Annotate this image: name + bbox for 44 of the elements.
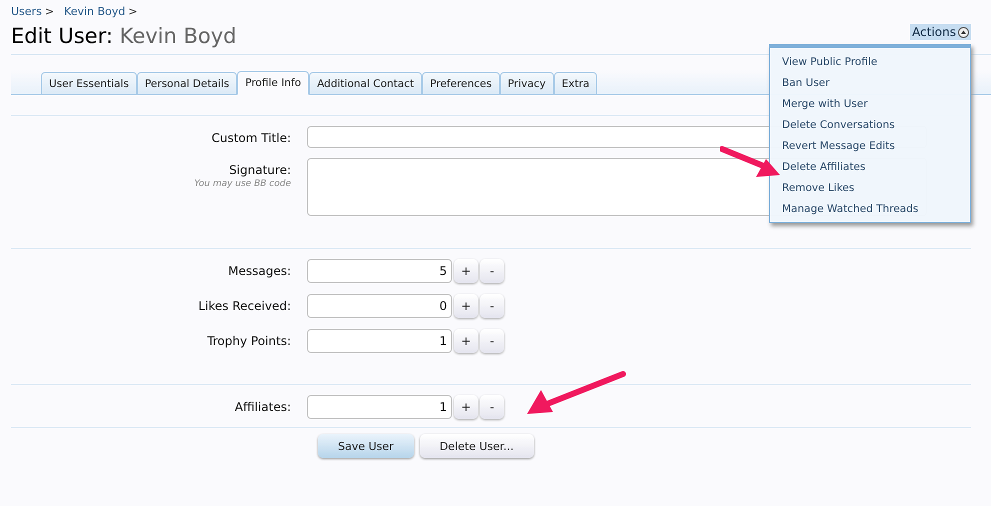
tab[interactable]: Privacy [500, 72, 554, 95]
save-button[interactable]: Save User [318, 434, 414, 458]
breadcrumb-separator: > [128, 5, 138, 18]
field-label: Affiliates: [234, 399, 291, 414]
decrement-button[interactable]: - [480, 294, 504, 318]
field-label: Trophy Points: [207, 333, 291, 348]
field-label: Likes Received: [198, 298, 291, 313]
number-field[interactable]: 1 [307, 395, 452, 419]
field-label: Messages: [228, 263, 291, 278]
field-hint: You may use BB code [194, 179, 291, 189]
menu-item[interactable]: View Public Profile [770, 52, 970, 73]
menu-item[interactable]: Delete Affiliates [770, 157, 970, 178]
delete-button[interactable]: Delete User... [420, 434, 534, 458]
decrement-button[interactable]: - [480, 395, 504, 419]
actions-button[interactable]: Actions [910, 24, 971, 40]
menu-item[interactable]: Merge with User [770, 94, 970, 115]
tab[interactable]: Preferences [422, 72, 500, 95]
breadcrumb-link[interactable]: Users [11, 5, 42, 18]
increment-button[interactable]: + [454, 395, 478, 419]
field-label: Signature: [229, 162, 291, 177]
menu-item[interactable]: Revert Message Edits [770, 136, 970, 157]
increment-button[interactable]: + [454, 259, 478, 283]
tab[interactable]: Personal Details [136, 72, 238, 95]
number-field[interactable]: 0 [307, 294, 452, 318]
increment-button[interactable]: + [454, 329, 478, 353]
menu-item[interactable]: Ban User [770, 73, 970, 94]
tab[interactable]: User Essentials [41, 72, 137, 95]
menu-item[interactable]: Delete Conversations [770, 115, 970, 136]
field-label: Custom Title: [211, 130, 291, 145]
tab[interactable]: Profile Info [237, 71, 310, 95]
tab[interactable]: Extra [554, 72, 598, 95]
decrement-button[interactable]: - [480, 329, 504, 353]
increment-button[interactable]: + [454, 294, 478, 318]
tab[interactable]: Additional Contact [309, 72, 422, 95]
menu-item[interactable]: Remove Likes [770, 178, 970, 199]
page-title: Edit User: Kevin Boyd [11, 24, 237, 48]
number-field[interactable]: 1 [307, 329, 452, 353]
arrow-annotation [720, 146, 780, 177]
number-field[interactable]: 5 [307, 259, 452, 283]
breadcrumb-separator: > [44, 5, 54, 18]
menu-item[interactable]: Manage Watched Threads [770, 199, 970, 220]
collapse-icon [958, 26, 969, 38]
decrement-button[interactable]: - [480, 259, 504, 283]
breadcrumb-link[interactable]: Kevin Boyd [64, 5, 126, 18]
